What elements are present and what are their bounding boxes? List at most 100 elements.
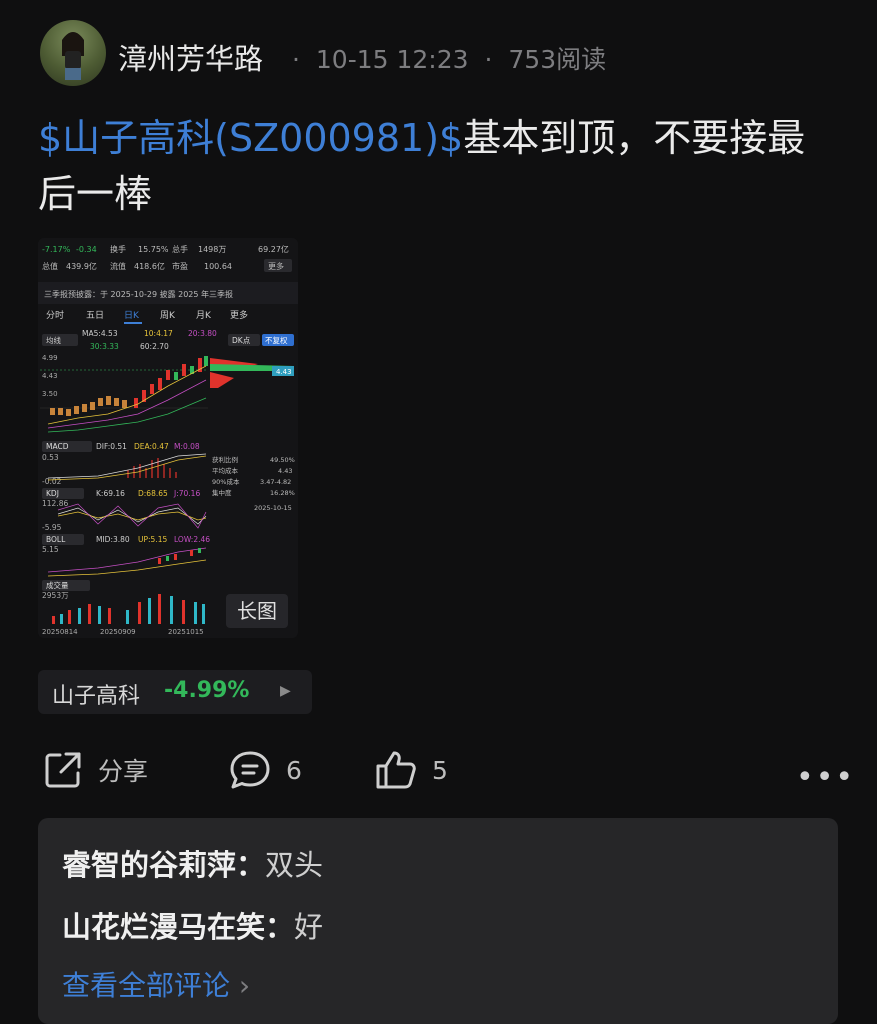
thumb-kdj-y: -5.95 xyxy=(42,523,62,532)
thumb-ma: 30:3.33 xyxy=(90,342,119,351)
thumb-boll: LOW:2.46 xyxy=(174,535,210,544)
thumb-kdj: D:68.65 xyxy=(138,489,168,498)
thumb-top-text: -0.34 xyxy=(76,245,97,254)
read-count: 753阅读 xyxy=(508,45,607,74)
thumb-chip-text: 4.43 xyxy=(278,467,292,475)
post-image-thumbnail[interactable]: -7.17% -0.34 换手 15.75% 总手 1498万 69.27亿 总… xyxy=(38,238,298,638)
thumb-boll-label: BOLL xyxy=(46,535,66,544)
thumb-ma: MA5:4.53 xyxy=(82,329,118,338)
thumb-top-text: 418.6亿 xyxy=(134,261,165,271)
meta-separator: · xyxy=(292,45,300,74)
thumb-top-text: 1498万 xyxy=(198,245,226,254)
thumb-x-date: 20250814 xyxy=(42,628,78,636)
thumb-tab: 五日 xyxy=(86,310,104,321)
thumb-y-label: 4.99 xyxy=(42,354,58,362)
stock-link[interactable]: $山子高科(SZ000981)$ xyxy=(38,116,463,160)
like-button[interactable]: 5 xyxy=(374,748,448,792)
thumb-macd-label: MACD xyxy=(46,442,69,451)
thumb-tab: 分时 xyxy=(46,309,64,321)
thumb-tab: 月K xyxy=(196,310,212,321)
comment-icon xyxy=(230,751,270,789)
like-count: 5 xyxy=(432,755,448,785)
thumb-top-text: 换手 xyxy=(110,244,126,254)
avatar-image xyxy=(62,32,84,80)
comment-item: 睿智的谷莉萍：双头 xyxy=(62,842,323,884)
thumb-ma: 10:4.17 xyxy=(144,329,173,338)
thumb-x-date: 20251015 xyxy=(168,628,204,636)
thumb-kdj: K:69.16 xyxy=(96,489,125,498)
thumb-adj-button: 不复权 xyxy=(265,335,288,345)
thumb-vol-label: 成交量 xyxy=(46,580,69,590)
thumb-top-text: 市盈 xyxy=(172,261,188,271)
share-button[interactable]: 分享 xyxy=(42,748,148,792)
thumb-vol-value: 2953万 xyxy=(42,591,69,600)
thumb-chip-text: 90%成本 xyxy=(212,477,240,486)
thumb-kdj-label: KDJ xyxy=(46,489,59,498)
thumb-tab-active: 日K xyxy=(124,310,140,321)
thumb-dk-button: DK点 xyxy=(232,336,251,345)
stock-chip-name: 山子高科 xyxy=(52,684,141,709)
share-icon xyxy=(45,752,81,788)
view-all-comments-link[interactable]: 查看全部评论 › xyxy=(62,964,250,1004)
thumbs-up-icon xyxy=(376,751,416,789)
thumb-top-text: 439.9亿 xyxy=(66,261,97,271)
thumb-chip-text: 49.50% xyxy=(270,456,295,464)
post-text: $山子高科(SZ000981)$基本到顶，不要接最后一棒 xyxy=(38,110,828,222)
thumb-chip-text: 集中度 xyxy=(212,488,232,497)
thumb-macd: DIF:0.51 xyxy=(96,442,127,451)
comment-button[interactable]: 6 xyxy=(228,748,302,792)
thumb-price-tag: 4.43 xyxy=(276,368,292,376)
kline-screenshot: -7.17% -0.34 换手 15.75% 总手 1498万 69.27亿 总… xyxy=(38,238,298,638)
thumb-top-text: 总手 xyxy=(172,244,188,254)
comment-count: 6 xyxy=(286,755,302,785)
view-all-label: 查看全部评论 xyxy=(62,969,231,1002)
stock-chip-change: -4.99% xyxy=(164,678,250,703)
thumb-macd-y: -0.02 xyxy=(42,477,62,486)
comment-preview-box[interactable]: 睿智的谷莉萍：双头 山花烂漫马在笑：好 查看全部评论 › xyxy=(38,818,838,1024)
thumb-chip-date: 2025-10-15 xyxy=(254,504,292,512)
chevron-right-icon: › xyxy=(238,969,251,1002)
thumb-ma: 20:3.80 xyxy=(188,329,217,338)
thumb-top-text: -7.17% xyxy=(42,245,71,254)
stock-quote-chip[interactable]: 山子高科 -4.99% ▶ xyxy=(38,670,312,714)
thumb-tab: 更多 xyxy=(230,309,248,321)
post-time: 10-15 12:23 xyxy=(315,45,469,74)
thumb-boll: UP:5.15 xyxy=(138,535,167,544)
thumb-ma-label: 均线 xyxy=(46,335,61,345)
thumb-kdj: J:70.16 xyxy=(173,489,200,498)
comment-text: 双头 xyxy=(265,848,324,882)
thumb-chip-text: 3.47-4.82 xyxy=(260,478,291,486)
thumb-y-label: 4.43 xyxy=(42,372,58,380)
thumb-top-text: 总值 xyxy=(42,261,58,271)
author-name[interactable]: 漳州芳华路 xyxy=(118,36,263,78)
post-meta: · 10-15 12:23 · 753阅读 xyxy=(292,40,614,76)
thumb-notice: 三季报预披露：于 2025-10-29 披露 2025 年三季报 xyxy=(44,289,233,299)
thumb-top-text: 15.75% xyxy=(138,245,169,254)
comment-user[interactable]: 山花烂漫马在笑： xyxy=(62,910,294,944)
comment-user[interactable]: 睿智的谷莉萍： xyxy=(62,848,265,882)
meta-separator: · xyxy=(484,45,493,74)
thumb-chip-text: 平均成本 xyxy=(212,466,239,475)
thumb-macd-y: 0.53 xyxy=(42,453,59,462)
thumb-kdj-y: 112.86 xyxy=(42,499,68,508)
avatar[interactable] xyxy=(40,20,106,86)
thumb-top-text: 流值 xyxy=(110,261,126,271)
thumb-more-button: 更多 xyxy=(268,261,284,271)
thumb-x-date: 20250909 xyxy=(100,628,136,636)
play-arrow-icon: ▶ xyxy=(280,683,291,699)
thumb-chip-text: 16.28% xyxy=(270,489,295,497)
thumb-boll-y: 5.15 xyxy=(42,545,59,554)
thumb-ma: 60:2.70 xyxy=(140,342,169,351)
more-options-button[interactable]: ••• xyxy=(796,760,855,795)
thumb-boll: MID:3.80 xyxy=(96,535,130,544)
thumb-y-label: 3.50 xyxy=(42,390,58,398)
share-label: 分享 xyxy=(98,757,149,786)
thumb-top-text: 100.64 xyxy=(204,262,232,271)
thumb-top-text: 69.27亿 xyxy=(258,244,289,254)
thumb-chip-text: 获利比例 xyxy=(212,455,238,464)
thumb-tab: 周K xyxy=(160,310,176,321)
long-image-badge: 长图 xyxy=(226,594,288,628)
thumb-macd: DEA:0.47 xyxy=(134,442,169,451)
thumb-macd: M:0.08 xyxy=(174,442,200,451)
comment-item: 山花烂漫马在笑：好 xyxy=(62,904,323,946)
